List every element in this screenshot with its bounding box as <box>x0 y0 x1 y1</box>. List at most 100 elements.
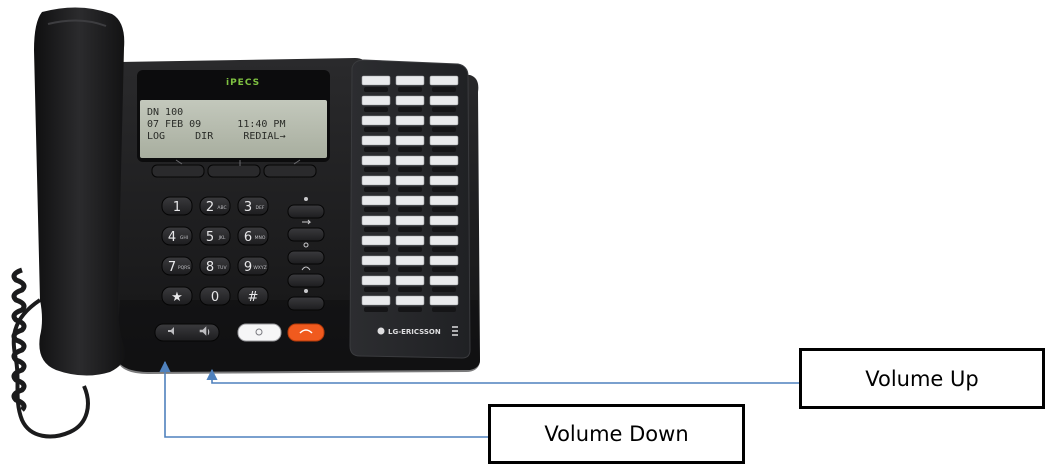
line-key-button[interactable] <box>432 287 456 292</box>
release-button[interactable] <box>287 323 325 342</box>
dial-key-digit: 0 <box>211 290 219 305</box>
speaker-button[interactable] <box>237 323 282 342</box>
line-key-button[interactable] <box>432 107 456 112</box>
soft-key-row[interactable] <box>151 164 317 178</box>
feature-button-2[interactable] <box>287 227 325 242</box>
line-key[interactable] <box>395 75 425 86</box>
line-key[interactable] <box>429 175 459 186</box>
line-key[interactable] <box>361 115 391 126</box>
dial-key-letters: WXYZ <box>253 265 266 271</box>
line-key[interactable] <box>395 115 425 126</box>
feature-button-1[interactable] <box>287 204 325 219</box>
line-key-button[interactable] <box>364 247 388 252</box>
line-key-button[interactable] <box>398 307 422 312</box>
line-key[interactable] <box>395 135 425 146</box>
dial-key-digit: 6 <box>244 230 252 245</box>
line-key-button[interactable] <box>432 227 456 232</box>
line-key-button[interactable] <box>432 307 456 312</box>
dial-key[interactable]: 3 DEF <box>237 196 269 216</box>
dial-key[interactable]: 2 ABC <box>199 196 231 216</box>
line-key[interactable] <box>361 275 391 286</box>
line-key[interactable] <box>361 95 391 106</box>
line-key-button[interactable] <box>398 207 422 212</box>
dial-key[interactable]: 0 <box>199 286 231 306</box>
line-key-button[interactable] <box>364 107 388 112</box>
line-key-button[interactable] <box>398 227 422 232</box>
line-key-button[interactable] <box>364 167 388 172</box>
line-key-button[interactable] <box>398 127 422 132</box>
line-key[interactable] <box>395 255 425 266</box>
bottom-controls <box>154 323 325 342</box>
line-key-button[interactable] <box>398 147 422 152</box>
line-key-button[interactable] <box>398 87 422 92</box>
lcd-line-3: LOG DIR REDIAL→ <box>147 131 285 142</box>
line-key[interactable] <box>395 175 425 186</box>
line-key[interactable] <box>395 275 425 286</box>
line-key-button[interactable] <box>364 307 388 312</box>
line-key[interactable] <box>395 215 425 226</box>
feature-button-3[interactable] <box>287 250 325 265</box>
line-key[interactable] <box>361 175 391 186</box>
line-key[interactable] <box>429 155 459 166</box>
line-key[interactable] <box>429 95 459 106</box>
line-key[interactable] <box>361 235 391 246</box>
line-key[interactable] <box>361 135 391 146</box>
line-key[interactable] <box>361 75 391 86</box>
line-key[interactable] <box>429 75 459 86</box>
line-key-button[interactable] <box>364 227 388 232</box>
line-key-button[interactable] <box>432 267 456 272</box>
feature-button-5[interactable] <box>287 296 325 311</box>
dial-key[interactable]: ★ <box>161 286 193 306</box>
line-key[interactable] <box>395 295 425 306</box>
dial-key[interactable]: 1 <box>161 196 193 216</box>
line-key-button[interactable] <box>364 147 388 152</box>
line-key[interactable] <box>429 255 459 266</box>
dial-key[interactable]: 6 MNO <box>237 226 269 246</box>
line-key-button[interactable] <box>432 187 456 192</box>
line-key-button[interactable] <box>432 167 456 172</box>
dial-key[interactable]: 7 PQRS <box>161 256 193 276</box>
dial-key[interactable]: 8 TUV <box>199 256 231 276</box>
line-key-button[interactable] <box>398 107 422 112</box>
line-key-button[interactable] <box>364 187 388 192</box>
feature-button-4[interactable] <box>287 273 325 288</box>
line-key[interactable] <box>395 95 425 106</box>
line-key-button[interactable] <box>432 147 456 152</box>
line-key-button[interactable] <box>364 287 388 292</box>
line-key[interactable] <box>429 295 459 306</box>
line-key[interactable] <box>429 115 459 126</box>
volume-rocker[interactable] <box>154 323 220 342</box>
line-key-button[interactable] <box>364 267 388 272</box>
line-key[interactable] <box>429 215 459 226</box>
line-key-button[interactable] <box>398 167 422 172</box>
line-key[interactable] <box>361 295 391 306</box>
line-key[interactable] <box>429 195 459 206</box>
line-key[interactable] <box>361 155 391 166</box>
line-key[interactable] <box>395 195 425 206</box>
line-key-button[interactable] <box>364 127 388 132</box>
line-key[interactable] <box>395 155 425 166</box>
line-key-button[interactable] <box>432 127 456 132</box>
line-key-button[interactable] <box>432 207 456 212</box>
line-key-button[interactable] <box>398 247 422 252</box>
line-key[interactable] <box>429 135 459 146</box>
line-key-button[interactable] <box>364 207 388 212</box>
dial-key[interactable]: 4 GHI <box>161 226 193 246</box>
line-key-button[interactable] <box>364 87 388 92</box>
line-key-button[interactable] <box>432 87 456 92</box>
dial-key[interactable]: 9 WXYZ <box>237 256 269 276</box>
line-key[interactable] <box>361 255 391 266</box>
line-key[interactable] <box>361 195 391 206</box>
line-key-button[interactable] <box>432 247 456 252</box>
dial-key[interactable]: # <box>237 286 269 306</box>
line-key[interactable] <box>395 235 425 246</box>
line-key[interactable] <box>429 235 459 246</box>
line-key-button[interactable] <box>398 287 422 292</box>
lcd-line-2: 07 FEB 09 11:40 PM <box>147 119 285 130</box>
line-key[interactable] <box>361 215 391 226</box>
line-key-button[interactable] <box>398 187 422 192</box>
dial-key[interactable]: 5 JKL <box>199 226 231 246</box>
dial-key-letters: JKL <box>218 235 226 241</box>
line-key[interactable] <box>429 275 459 286</box>
line-key-button[interactable] <box>398 267 422 272</box>
